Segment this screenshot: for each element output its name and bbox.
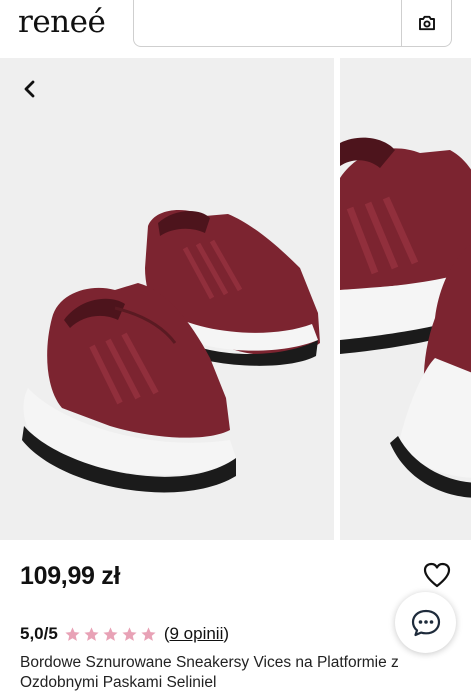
top-header: reneé [0, 0, 471, 58]
star-icon [84, 626, 99, 641]
star-icon [141, 626, 156, 641]
chevron-left-icon [24, 80, 35, 98]
rating-stars [64, 626, 157, 643]
product-title: Bordowe Sznurowane Sneakersy Vices na Pl… [20, 654, 399, 691]
star-icon [65, 626, 80, 641]
brand-logo[interactable]: reneé [18, 4, 106, 40]
sneaker-photo-2 [340, 58, 471, 540]
product-rating: 5,0/5 (9 opinii) [20, 623, 229, 645]
chat-bubble-icon [411, 609, 440, 636]
reviews-paren-close: ) [223, 624, 230, 643]
star-icon [103, 626, 118, 641]
search-bar [133, 0, 452, 47]
rating-score: 5,0/5 [20, 624, 58, 643]
heart-icon [423, 562, 451, 588]
product-price: 109,99 zł [20, 562, 121, 590]
product-image-1[interactable] [0, 58, 334, 540]
star-icon [122, 626, 137, 641]
back-button[interactable] [16, 75, 44, 103]
product-image-2[interactable] [340, 58, 471, 540]
add-to-wishlist-button[interactable] [422, 561, 452, 589]
chat-button[interactable] [395, 592, 456, 653]
search-input[interactable] [142, 8, 397, 38]
sneaker-photo-1 [0, 58, 334, 540]
product-image-gallery[interactable] [0, 58, 471, 540]
reviews-link[interactable]: 9 opinii [169, 624, 223, 643]
camera-icon [418, 15, 435, 31]
reviews-count: (9 opinii) [164, 624, 229, 644]
camera-search-button[interactable] [401, 0, 451, 46]
